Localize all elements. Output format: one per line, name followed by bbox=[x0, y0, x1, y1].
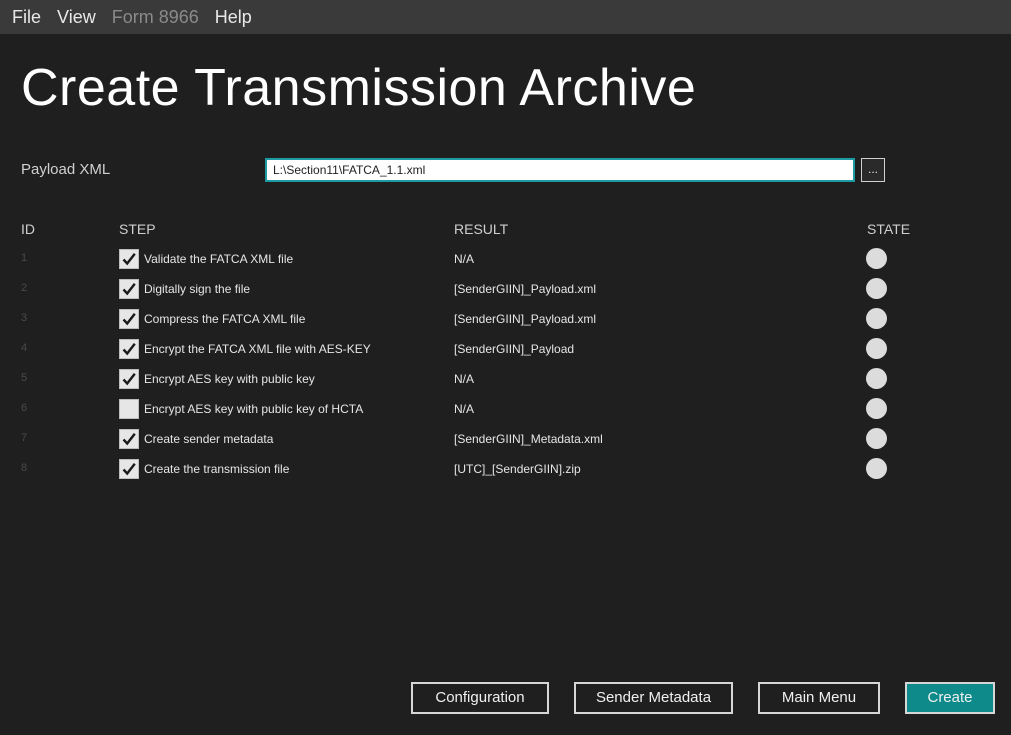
column-header-step: STEP bbox=[119, 221, 156, 237]
step-checkbox[interactable] bbox=[119, 459, 139, 479]
configuration-button[interactable]: Configuration bbox=[411, 682, 549, 714]
payload-xml-input[interactable] bbox=[265, 158, 855, 182]
state-indicator bbox=[866, 368, 887, 389]
step-label: Digitally sign the file bbox=[144, 282, 251, 296]
state-indicator bbox=[866, 398, 887, 419]
state-indicator bbox=[866, 428, 887, 449]
state-indicator bbox=[866, 308, 887, 329]
step-label: Compress the FATCA XML file bbox=[144, 312, 306, 326]
page-title: Create Transmission Archive bbox=[21, 59, 697, 117]
row-id: 8 bbox=[21, 462, 28, 474]
row-id: 5 bbox=[21, 372, 28, 384]
state-indicator bbox=[866, 338, 887, 359]
main-menu-button[interactable]: Main Menu bbox=[758, 682, 880, 714]
state-indicator bbox=[866, 278, 887, 299]
step-label: Create sender metadata bbox=[144, 432, 274, 446]
table-row: 2 Digitally sign the file [SenderGIIN]_Pay… bbox=[0, 274, 1011, 304]
step-checkbox[interactable] bbox=[119, 369, 139, 389]
row-id: 4 bbox=[21, 342, 28, 354]
table-row: 6 Encrypt AES key with public key of HCTA… bbox=[0, 394, 1011, 424]
payload-xml-label: Payload XML bbox=[21, 161, 111, 178]
browse-button[interactable]: ... bbox=[861, 158, 885, 182]
step-checkbox[interactable] bbox=[119, 249, 139, 269]
step-checkbox[interactable] bbox=[119, 339, 139, 359]
result-value: [SenderGIIN]_Payload.xml bbox=[454, 282, 597, 296]
result-value: [SenderGIIN]_Payload.xml bbox=[454, 312, 597, 326]
result-value: [SenderGIIN]_Payload bbox=[454, 342, 575, 356]
row-id: 2 bbox=[21, 282, 28, 294]
menu-file[interactable]: File bbox=[12, 7, 41, 28]
step-label: Create the transmission file bbox=[144, 462, 290, 476]
checkmark-icon bbox=[122, 463, 136, 476]
table-row: 5 Encrypt AES key with public key N/A bbox=[0, 364, 1011, 394]
row-id: 6 bbox=[21, 402, 28, 414]
step-label: Encrypt AES key with public key bbox=[144, 372, 315, 386]
sender-metadata-button[interactable]: Sender Metadata bbox=[574, 682, 733, 714]
result-value: N/A bbox=[454, 402, 475, 416]
result-value: [UTC]_[SenderGIIN].zip bbox=[454, 462, 581, 476]
row-id: 7 bbox=[21, 432, 28, 444]
step-checkbox[interactable] bbox=[119, 429, 139, 449]
checkmark-icon bbox=[122, 253, 136, 266]
table-row: 8 Create the transmission file [UTC]_[Send… bbox=[0, 454, 1011, 484]
menu-form-8966: Form 8966 bbox=[111, 6, 199, 27]
step-label: Encrypt the FATCA XML file with AES-KEY bbox=[144, 342, 371, 356]
step-checkbox[interactable] bbox=[119, 399, 139, 419]
step-label: Validate the FATCA XML file bbox=[144, 252, 294, 266]
table-row: 7 Create sender metadata [SenderGIIN]_Meta… bbox=[0, 424, 1011, 454]
checkmark-icon bbox=[122, 313, 136, 326]
result-value: N/A bbox=[454, 252, 475, 266]
menu-bar: File View Form 8966 Help bbox=[0, 0, 1011, 34]
checkmark-icon bbox=[122, 343, 136, 356]
step-label: Encrypt AES key with public key of HCTA bbox=[144, 402, 364, 416]
checkmark-icon bbox=[122, 283, 136, 296]
result-value: [SenderGIIN]_Metadata.xml bbox=[454, 432, 603, 446]
result-value: N/A bbox=[454, 372, 475, 386]
column-header-state: STATE bbox=[867, 221, 911, 237]
table-row: 4 Encrypt the FATCA XML file with AES-KEY… bbox=[0, 334, 1011, 364]
step-checkbox[interactable] bbox=[119, 309, 139, 329]
steps-table: 1 Validate the FATCA XML file N/A 2 Digitall… bbox=[0, 244, 1011, 484]
step-checkbox[interactable] bbox=[119, 279, 139, 299]
state-indicator bbox=[866, 248, 887, 269]
checkmark-icon bbox=[122, 433, 136, 446]
column-header-result: RESULT bbox=[454, 221, 509, 237]
menu-help[interactable]: Help bbox=[215, 7, 252, 28]
row-id: 1 bbox=[21, 252, 28, 264]
row-id: 3 bbox=[21, 312, 28, 324]
menu-view[interactable]: View bbox=[57, 7, 96, 28]
create-button[interactable]: Create bbox=[905, 682, 995, 714]
column-header-id: ID bbox=[21, 221, 35, 237]
checkmark-icon bbox=[122, 373, 136, 386]
table-row: 1 Validate the FATCA XML file N/A bbox=[0, 244, 1011, 274]
table-row: 3 Compress the FATCA XML file [SenderGIIN]… bbox=[0, 304, 1011, 334]
state-indicator bbox=[866, 458, 887, 479]
